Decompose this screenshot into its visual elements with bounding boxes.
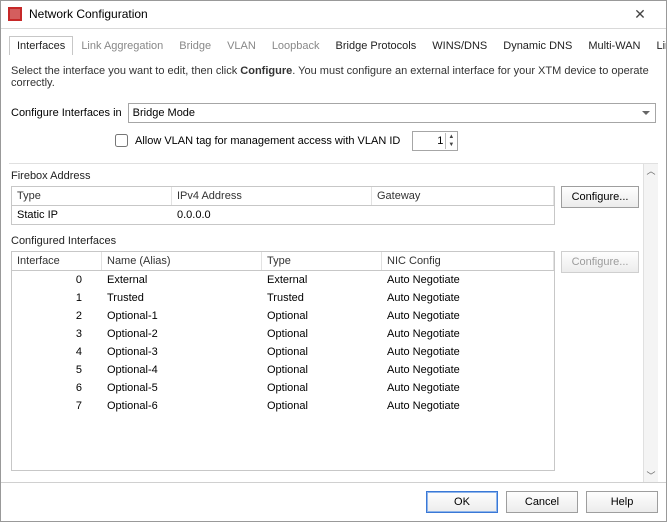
configure-in-row: Configure Interfaces in Bridge Mode [11, 103, 656, 123]
firebox-col-ipv4[interactable]: IPv4 Address [172, 187, 372, 205]
cell-nic: Auto Negotiate [382, 380, 554, 396]
cell-nic: Auto Negotiate [382, 272, 554, 288]
cell-interface: 2 [12, 308, 102, 324]
cell-gateway [372, 207, 554, 223]
cell-interface: 0 [12, 272, 102, 288]
content-area: InterfacesLink AggregationBridgeVLANLoop… [1, 29, 666, 482]
cell-itype: Trusted [262, 290, 382, 306]
table-row[interactable]: 7Optional-6OptionalAuto Negotiate [12, 397, 554, 415]
spinner-down[interactable]: ▼ [445, 141, 456, 149]
table-row[interactable]: 5Optional-4OptionalAuto Negotiate [12, 361, 554, 379]
cell-nic: Auto Negotiate [382, 308, 554, 324]
table-row[interactable]: 6Optional-5OptionalAuto Negotiate [12, 379, 554, 397]
cell-name: Optional-6 [102, 398, 262, 414]
cell-itype: Optional [262, 398, 382, 414]
tab-vlan: VLAN [219, 36, 264, 55]
tab-wins-dns[interactable]: WINS/DNS [424, 36, 495, 55]
interfaces-title: Configured Interfaces [11, 235, 643, 247]
cell-name: External [102, 272, 262, 288]
cell-itype: Optional [262, 326, 382, 342]
interfaces-configure-button[interactable]: Configure... [561, 251, 639, 273]
configure-in-value: Bridge Mode [133, 107, 195, 119]
firebox-col-gateway[interactable]: Gateway [372, 187, 554, 205]
vertical-scrollbar[interactable]: ︿ ﹀ [643, 164, 658, 482]
tabstrip: InterfacesLink AggregationBridgeVLANLoop… [9, 35, 658, 55]
table-row[interactable]: 2Optional-1OptionalAuto Negotiate [12, 307, 554, 325]
tab-interfaces[interactable]: Interfaces [9, 36, 73, 55]
cell-itype: Optional [262, 380, 382, 396]
scroll-area: Firebox Address Type IPv4 Address Gatewa… [9, 163, 658, 482]
intro-text: Select the interface you want to edit, t… [11, 65, 656, 89]
if-col-interface[interactable]: Interface [12, 252, 102, 270]
cell-nic: Auto Negotiate [382, 344, 554, 360]
cancel-button[interactable]: Cancel [506, 491, 578, 513]
if-col-name[interactable]: Name (Alias) [102, 252, 262, 270]
scroll-up-icon[interactable]: ︿ [644, 164, 658, 177]
ok-button[interactable]: OK [426, 491, 498, 513]
cell-interface: 1 [12, 290, 102, 306]
cell-name: Optional-3 [102, 344, 262, 360]
tab-loopback: Loopback [264, 36, 328, 55]
cell-ipv4: 0.0.0.0 [172, 207, 372, 223]
tab-bridge: Bridge [171, 36, 219, 55]
cell-name: Optional-4 [102, 362, 262, 378]
if-col-nic[interactable]: NIC Config [382, 252, 554, 270]
dialog-footer: OK Cancel Help [1, 482, 666, 521]
vlan-checkbox-label: Allow VLAN tag for management access wit… [135, 135, 400, 147]
cell-nic: Auto Negotiate [382, 398, 554, 414]
close-button[interactable]: ✕ [620, 3, 660, 25]
vlan-checkbox-input[interactable] [115, 134, 128, 147]
scroll-down-icon[interactable]: ﹀ [644, 469, 658, 482]
firebox-configure-button[interactable]: Configure... [561, 186, 639, 208]
tab-dynamic-dns[interactable]: Dynamic DNS [495, 36, 580, 55]
intro-pre: Select the interface you want to edit, t… [11, 65, 240, 77]
firebox-title: Firebox Address [11, 170, 643, 182]
close-icon: ✕ [634, 6, 646, 23]
window-title: Network Configuration [29, 7, 148, 21]
cell-interface: 5 [12, 362, 102, 378]
cell-type: Static IP [12, 207, 172, 223]
if-col-type[interactable]: Type [262, 252, 382, 270]
table-row[interactable]: 3Optional-2OptionalAuto Negotiate [12, 325, 554, 343]
cell-nic: Auto Negotiate [382, 290, 554, 306]
vlan-row: Allow VLAN tag for management access wit… [11, 131, 656, 151]
cell-interface: 7 [12, 398, 102, 414]
table-row[interactable]: Static IP0.0.0.0 [12, 206, 554, 224]
interfaces-grid[interactable]: Interface Name (Alias) Type NIC Config 0… [11, 251, 555, 471]
firebox-grid[interactable]: Type IPv4 Address Gateway Static IP0.0.0… [11, 186, 555, 225]
cell-name: Optional-1 [102, 308, 262, 324]
tab-multi-wan[interactable]: Multi-WAN [580, 36, 648, 55]
cell-interface: 4 [12, 344, 102, 360]
cell-nic: Auto Negotiate [382, 326, 554, 342]
cell-interface: 6 [12, 380, 102, 396]
spinner-up[interactable]: ▲ [445, 133, 456, 141]
cell-itype: Optional [262, 344, 382, 360]
cell-interface: 3 [12, 326, 102, 342]
help-button[interactable]: Help [586, 491, 658, 513]
tab-bridge-protocols[interactable]: Bridge Protocols [328, 36, 425, 55]
tab-link-monitor[interactable]: Link Monitor [648, 36, 666, 55]
titlebar: Network Configuration ✕ [1, 1, 666, 29]
configure-in-select[interactable]: Bridge Mode [128, 103, 656, 123]
vlan-checkbox[interactable]: Allow VLAN tag for management access wit… [111, 131, 400, 150]
tab-link-aggregation: Link Aggregation [73, 36, 171, 55]
cell-itype: Optional [262, 362, 382, 378]
table-row[interactable]: 4Optional-3OptionalAuto Negotiate [12, 343, 554, 361]
cell-name: Optional-2 [102, 326, 262, 342]
app-icon [7, 6, 23, 22]
cell-name: Optional-5 [102, 380, 262, 396]
intro-bold: Configure [240, 65, 292, 77]
cell-nic: Auto Negotiate [382, 362, 554, 378]
cell-name: Trusted [102, 290, 262, 306]
vlan-id-spinner[interactable]: 1 ▲ ▼ [412, 131, 458, 151]
cell-itype: Optional [262, 308, 382, 324]
configure-in-label: Configure Interfaces in [11, 107, 122, 119]
cell-itype: External [262, 272, 382, 288]
firebox-col-type[interactable]: Type [12, 187, 172, 205]
table-row[interactable]: 1TrustedTrustedAuto Negotiate [12, 289, 554, 307]
table-row[interactable]: 0ExternalExternalAuto Negotiate [12, 271, 554, 289]
